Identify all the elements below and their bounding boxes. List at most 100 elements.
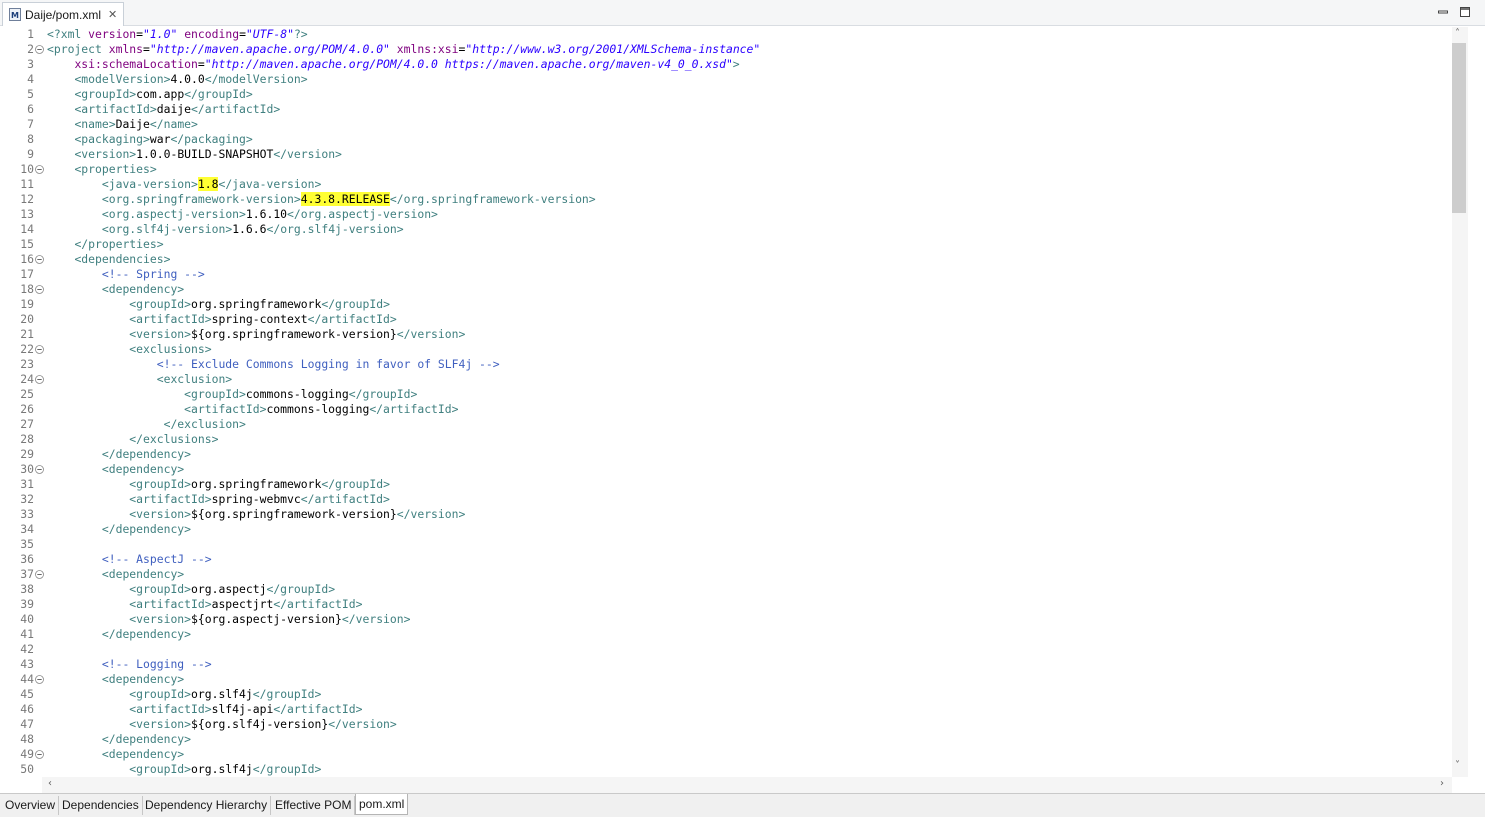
code-line[interactable]: 1 <?xml version="1.0" encoding="UTF-8"?> bbox=[0, 27, 1452, 42]
code-line[interactable]: 2 <project xmlns="http://maven.apache.org… bbox=[0, 42, 1452, 57]
code-line[interactable]: 37 <dependency> bbox=[0, 567, 1452, 582]
code-text: xsi:schemaLocation="http://maven.apache.… bbox=[47, 57, 740, 72]
line-number: 29 bbox=[20, 447, 34, 461]
code-text: <version>${org.slf4j-version}</version> bbox=[47, 717, 396, 732]
code-line[interactable]: 33 <version>${org.springframework-versio… bbox=[0, 507, 1452, 522]
editor-tab-pom-xml[interactable]: M Daije/pom.xml ✕ bbox=[2, 2, 125, 26]
code-line[interactable]: 21 <version>${org.springframework-versio… bbox=[0, 327, 1452, 342]
code-line[interactable]: 9 <version>1.0.0-BUILD-SNAPSHOT</version… bbox=[0, 147, 1452, 162]
maximize-icon[interactable] bbox=[1459, 6, 1471, 18]
code-line[interactable]: 12 <org.springframework-version>4.3.8.RE… bbox=[0, 192, 1452, 207]
code-line[interactable]: 32 <artifactId>spring-webmvc</artifactId… bbox=[0, 492, 1452, 507]
code-line[interactable]: 26 <artifactId>commons-logging</artifact… bbox=[0, 402, 1452, 417]
code-line[interactable]: 34 </dependency> bbox=[0, 522, 1452, 537]
minimize-icon[interactable] bbox=[1437, 6, 1449, 18]
code-text: <groupId>org.slf4j</groupId> bbox=[47, 687, 321, 702]
scroll-left-icon[interactable]: ‹ bbox=[48, 778, 52, 789]
code-line[interactable]: 43 <!-- Logging --> bbox=[0, 657, 1452, 672]
code-token: </dependency> bbox=[101, 522, 192, 536]
code-text: </dependency> bbox=[47, 447, 191, 462]
code-line[interactable]: 45 <groupId>org.slf4j</groupId> bbox=[0, 687, 1452, 702]
code-token: <org.aspectj-version> bbox=[101, 207, 246, 221]
scroll-right-icon[interactable]: › bbox=[1440, 778, 1444, 789]
code-line[interactable]: 36 <!-- AspectJ --> bbox=[0, 552, 1452, 567]
code-line[interactable]: 39 <artifactId>aspectjrt</artifactId> bbox=[0, 597, 1452, 612]
fold-collapse-icon[interactable] bbox=[35, 570, 44, 579]
code-line[interactable]: 28 </exclusions> bbox=[0, 432, 1452, 447]
code-line[interactable]: 46 <artifactId>slf4j-api</artifactId> bbox=[0, 702, 1452, 717]
code-line[interactable]: 19 <groupId>org.springframework</groupId… bbox=[0, 297, 1452, 312]
code-token: encoding bbox=[184, 27, 240, 41]
code-token: > bbox=[732, 57, 740, 71]
fold-collapse-icon[interactable] bbox=[35, 45, 44, 54]
code-token: </version> bbox=[396, 327, 466, 341]
code-line[interactable]: 22 <exclusions> bbox=[0, 342, 1452, 357]
code-line[interactable]: 44 <dependency> bbox=[0, 672, 1452, 687]
fold-collapse-icon[interactable] bbox=[35, 465, 44, 474]
svg-text:M: M bbox=[11, 11, 19, 20]
fold-collapse-icon[interactable] bbox=[35, 675, 44, 684]
code-line[interactable]: 25 <groupId>commons-logging</groupId> bbox=[0, 387, 1452, 402]
code-line[interactable]: 7 <name>Daije</name> bbox=[0, 117, 1452, 132]
code-line[interactable]: 8 <packaging>war</packaging> bbox=[0, 132, 1452, 147]
tab-dependency-hierarchy[interactable]: Dependency Hierarchy bbox=[142, 796, 272, 815]
code-token: <?xml bbox=[47, 27, 89, 41]
code-line[interactable]: 41 </dependency> bbox=[0, 627, 1452, 642]
code-line[interactable]: 31 <groupId>org.springframework</groupId… bbox=[0, 477, 1452, 492]
code-line[interactable]: 50 <groupId>org.slf4j</groupId> bbox=[0, 762, 1452, 777]
code-line[interactable]: 23 <!-- Exclude Commons Logging in favor… bbox=[0, 357, 1452, 372]
code-token: <groupId> bbox=[129, 762, 192, 776]
code-token: </artifactId> bbox=[191, 102, 281, 116]
tab-pom-xml[interactable]: pom.xml bbox=[355, 794, 409, 815]
code-line[interactable]: 35 bbox=[0, 537, 1452, 552]
fold-collapse-icon[interactable] bbox=[35, 165, 44, 174]
tab-dependencies[interactable]: Dependencies bbox=[59, 796, 143, 815]
line-number: 42 bbox=[20, 642, 34, 656]
code-token: "1.0" bbox=[143, 27, 178, 41]
code-line[interactable]: 6 <artifactId>daije</artifactId> bbox=[0, 102, 1452, 117]
vertical-scrollbar-thumb[interactable] bbox=[1452, 43, 1466, 213]
code-line[interactable]: 47 <version>${org.slf4j-version}</versio… bbox=[0, 717, 1452, 732]
code-line[interactable]: 11 <java-version>1.8</java-version> bbox=[0, 177, 1452, 192]
scroll-down-icon[interactable]: ˅ bbox=[1455, 760, 1460, 771]
tab-effective-pom[interactable]: Effective POM bbox=[272, 796, 356, 815]
code-line[interactable]: 48 </dependency> bbox=[0, 732, 1452, 747]
line-number: 40 bbox=[20, 612, 34, 626]
code-line[interactable]: 5 <groupId>com.app</groupId> bbox=[0, 87, 1452, 102]
code-line[interactable]: 15 </properties> bbox=[0, 237, 1452, 252]
code-text: <groupId>org.springframework</groupId> bbox=[47, 477, 390, 492]
code-line[interactable]: 10 <properties> bbox=[0, 162, 1452, 177]
code-line[interactable]: 18 <dependency> bbox=[0, 282, 1452, 297]
fold-collapse-icon[interactable] bbox=[35, 285, 44, 294]
code-line[interactable]: 13 <org.aspectj-version>1.6.10</org.aspe… bbox=[0, 207, 1452, 222]
code-token: </modelVersion> bbox=[204, 72, 308, 86]
code-line[interactable]: 38 <groupId>org.aspectj</groupId> bbox=[0, 582, 1452, 597]
code-line[interactable]: 16 <dependencies> bbox=[0, 252, 1452, 267]
code-line[interactable]: 29 </dependency> bbox=[0, 447, 1452, 462]
code-token: </org.slf4j-version> bbox=[266, 222, 404, 236]
code-line[interactable]: 24 <exclusion> bbox=[0, 372, 1452, 387]
fold-collapse-icon[interactable] bbox=[35, 375, 44, 384]
code-line[interactable]: 49 <dependency> bbox=[0, 747, 1452, 762]
scroll-up-icon[interactable]: ˄ bbox=[1455, 28, 1460, 39]
code-line[interactable]: 14 <org.slf4j-version>1.6.6</org.slf4j-v… bbox=[0, 222, 1452, 237]
code-line[interactable]: 17 <!-- Spring --> bbox=[0, 267, 1452, 282]
code-line[interactable]: 30 <dependency> bbox=[0, 462, 1452, 477]
code-line[interactable]: 27 </exclusion> bbox=[0, 417, 1452, 432]
code-line[interactable]: 42 bbox=[0, 642, 1452, 657]
xml-source-editor[interactable]: 1 <?xml version="1.0" encoding="UTF-8"?> 2… bbox=[0, 27, 1452, 777]
fold-collapse-icon[interactable] bbox=[35, 255, 44, 264]
code-line[interactable]: 3 xsi:schemaLocation="http://maven.apach… bbox=[0, 57, 1452, 72]
tab-overview[interactable]: Overview bbox=[2, 796, 60, 815]
code-text: <properties> bbox=[47, 162, 156, 177]
code-line[interactable]: 20 <artifactId>spring-context</artifactI… bbox=[0, 312, 1452, 327]
close-icon[interactable]: ✕ bbox=[108, 8, 117, 21]
code-token: <!-- Exclude Commons Logging in favor of… bbox=[156, 357, 500, 371]
fold-collapse-icon[interactable] bbox=[35, 750, 44, 759]
code-line[interactable]: 4 <modelVersion>4.0.0</modelVersion> bbox=[0, 72, 1452, 87]
fold-collapse-icon[interactable] bbox=[35, 345, 44, 354]
code-line[interactable]: 40 <version>${org.aspectj-version}</vers… bbox=[0, 612, 1452, 627]
horizontal-scrollbar[interactable] bbox=[42, 777, 1452, 793]
code-token: 1.0.0-BUILD-SNAPSHOT bbox=[136, 147, 274, 161]
